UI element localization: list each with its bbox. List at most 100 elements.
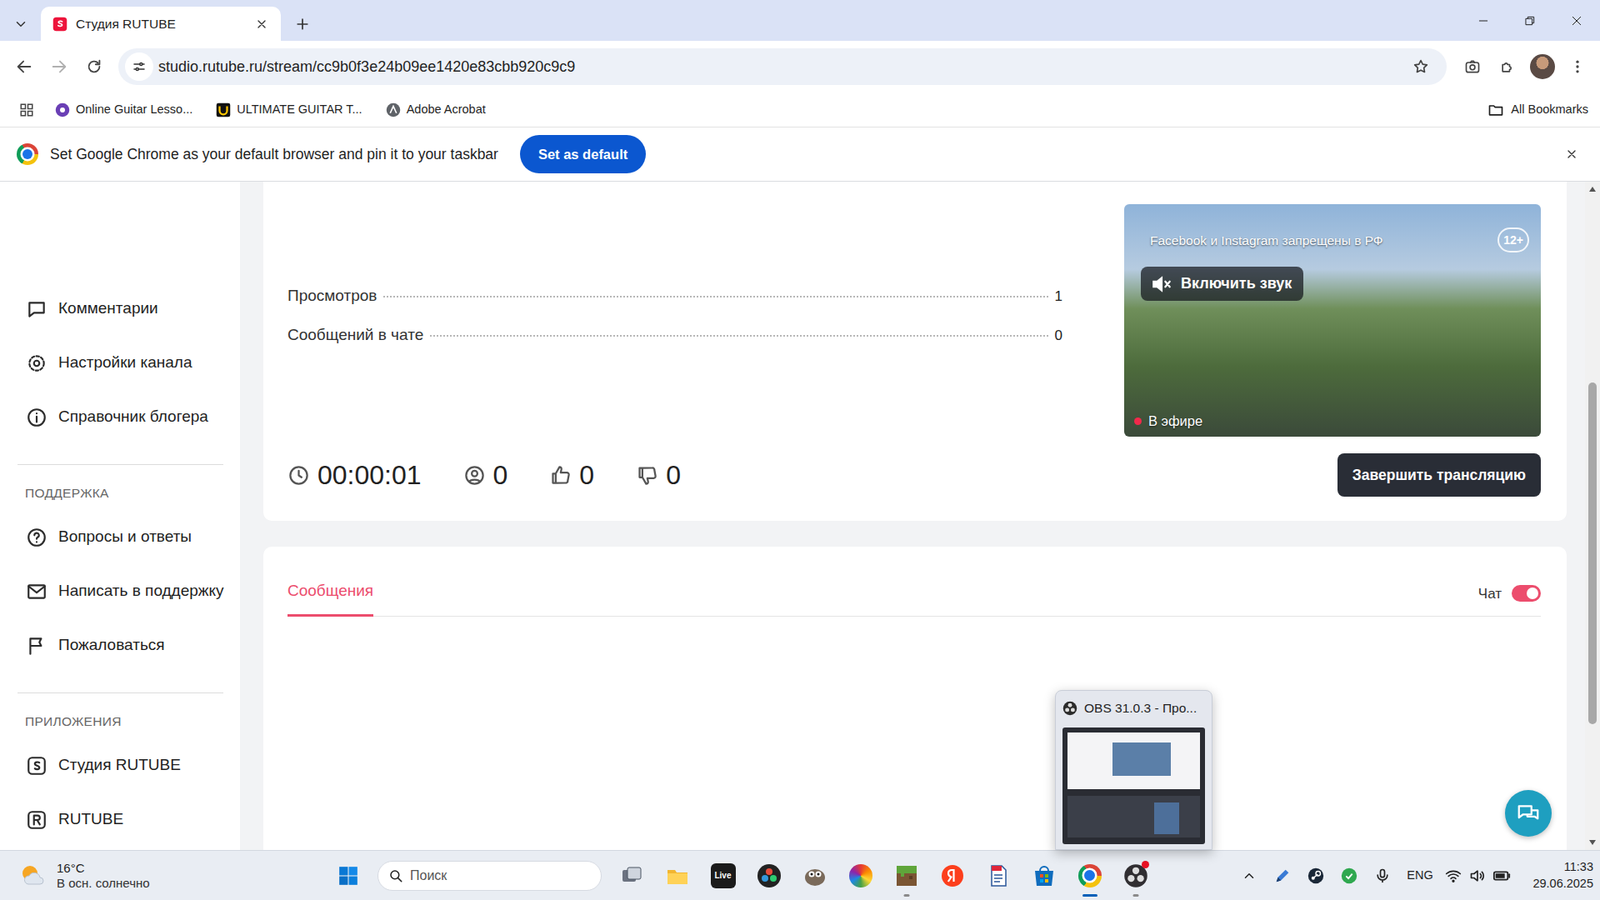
sidebar-heading: ПОДДЕРЖКА [0, 485, 240, 502]
sidebar-item[interactable]: Пожаловаться [0, 618, 240, 673]
taskbar-app[interactable] [837, 854, 884, 898]
close-infobar-icon[interactable] [1558, 140, 1585, 168]
set-default-button[interactable]: Set as default [520, 135, 646, 174]
taskbar-app[interactable] [745, 854, 792, 898]
steam-icon[interactable] [1299, 859, 1333, 893]
minimize-icon[interactable] [1460, 0, 1507, 41]
close-window-icon[interactable] [1553, 0, 1600, 41]
taskbar-app[interactable] [791, 854, 838, 898]
sidebar-heading: ПРИЛОЖЕНИЯ [0, 713, 240, 730]
chat-tab[interactable]: Сообщения [287, 579, 374, 618]
chat-switch[interactable] [1511, 585, 1541, 602]
microsoft-store-icon [1031, 863, 1057, 889]
scroll-up-icon[interactable] [1587, 185, 1598, 194]
sidebar-item[interactable]: Вопросы и ответы [0, 510, 240, 565]
bookmark-label[interactable]: ULTIMATE GUITAR T... [236, 100, 362, 120]
all-bookmarks[interactable]: All Bookmarks [1487, 100, 1589, 120]
sidebar-item[interactable]: Написать в поддержку [0, 564, 240, 619]
running-indicator [903, 894, 910, 897]
sidebar-item-label[interactable]: Вопросы и ответы [58, 525, 192, 550]
apps-grid-icon[interactable] [15, 98, 39, 122]
stat-label: Просмотров [287, 284, 377, 309]
support-chat-button[interactable] [1505, 790, 1552, 837]
bookmark-label[interactable]: Online Guitar Lesso... [75, 100, 193, 120]
sidebar-item-label[interactable]: Написать в поддержку [58, 579, 225, 604]
chrome-icon [1077, 863, 1103, 889]
vpn-icon[interactable] [1332, 859, 1366, 893]
taskbar-app[interactable] [1066, 854, 1113, 898]
scrollbar[interactable] [1585, 181, 1600, 850]
site-info-icon[interactable] [125, 52, 154, 81]
windows-start-icon[interactable] [330, 857, 367, 895]
search-input[interactable] [410, 865, 591, 886]
sidebar-item[interactable]: RUTUBE [0, 792, 240, 847]
taskbar-app[interactable] [608, 854, 655, 898]
taskbar-search[interactable] [377, 860, 602, 891]
sidebar-item[interactable]: Справочник блогера [0, 390, 240, 445]
chat-toggle-label: Чат [1478, 583, 1502, 605]
screenshot-icon[interactable] [1456, 50, 1489, 83]
taskbar: 16°C В осн. солнечно Live ENG 11:33 29.0… [0, 850, 1600, 900]
menu-icon[interactable] [1561, 50, 1594, 83]
wifi-icon[interactable] [1440, 859, 1465, 893]
obs-window-preview[interactable]: OBS 31.0.3 - Про... [1055, 690, 1213, 850]
unmute-label[interactable]: Включить звук [1180, 272, 1292, 295]
bookmark[interactable]: Online Guitar Lesso... [50, 98, 198, 122]
sidebar-item[interactable]: Настройки канала [0, 335, 240, 390]
url-text[interactable]: studio.rutube.ru/stream/cc9b0f3e24b09ee1… [158, 55, 1400, 79]
sidebar-item-label[interactable]: Настройки канала [58, 350, 192, 375]
chat-toggle[interactable]: Чат [1478, 583, 1541, 617]
sidebar-item-label[interactable]: RUTUBE [58, 807, 124, 832]
forward-icon[interactable] [43, 50, 75, 83]
scroll-thumb[interactable] [1588, 382, 1597, 725]
speaker-icon[interactable] [1465, 859, 1490, 893]
taskbar-app[interactable]: Live [700, 854, 746, 898]
live-badge: В эфире [1134, 410, 1203, 432]
taskbar-app[interactable] [929, 854, 975, 898]
taskbar-app[interactable] [654, 854, 700, 898]
sidebar-item-label[interactable]: Пожаловаться [58, 633, 165, 658]
preview-thumbnail[interactable] [1062, 727, 1205, 845]
bookmark[interactable]: Adobe Acrobat [380, 98, 491, 122]
show-hidden-icons-icon[interactable] [1232, 859, 1266, 893]
running-indicator [1132, 894, 1139, 897]
language-indicator[interactable]: ENG [1399, 866, 1441, 885]
microphone-icon[interactable] [1365, 859, 1400, 893]
all-bookmarks-label[interactable]: All Bookmarks [1510, 100, 1589, 120]
taskbar-app[interactable] [883, 854, 930, 898]
flag-icon [25, 635, 48, 657]
taskbar-app[interactable] [975, 854, 1021, 898]
tab-search-icon[interactable] [0, 6, 41, 41]
sidebar-item-label[interactable]: Справочник блогера [58, 405, 209, 430]
profile-avatar-icon[interactable] [1526, 50, 1559, 83]
taskbar-app[interactable] [1020, 854, 1067, 898]
sidebar-item-label[interactable]: Комментарии [58, 296, 159, 321]
bookmark[interactable]: ULTIMATE GUITAR T... [210, 98, 367, 122]
bookmark-star-icon[interactable] [1405, 50, 1437, 83]
stream-player[interactable]: Facebook и Instagram запрещены в РФ 12+ … [1124, 204, 1541, 437]
taskbar-app[interactable] [1112, 854, 1159, 898]
weather-widget[interactable]: 16°C В осн. солнечно [0, 860, 330, 890]
sidebar-item[interactable]: Студия RUTUBE [0, 738, 240, 793]
address-bar[interactable]: studio.rutube.ru/stream/cc9b0f3e24b09ee1… [118, 48, 1447, 85]
new-tab-icon[interactable] [285, 6, 320, 41]
pen-icon[interactable] [1265, 859, 1300, 893]
unmute-button[interactable]: Включить звук [1140, 266, 1304, 301]
back-icon[interactable] [8, 50, 40, 83]
clock[interactable]: 11:33 29.06.2025 [1521, 859, 1594, 892]
scroll-down-icon[interactable] [1587, 838, 1598, 847]
restore-icon[interactable] [1506, 0, 1554, 41]
extensions-icon[interactable] [1491, 50, 1524, 83]
tab-title[interactable]: Студия RUTUBE [75, 14, 245, 34]
battery-icon[interactable] [1489, 859, 1514, 893]
sidebar-item-label[interactable]: Студия RUTUBE [58, 753, 181, 778]
end-stream-button[interactable]: Завершить трансляцию [1337, 453, 1541, 497]
rutube-studio-favicon-icon [52, 16, 68, 32]
browser-tab[interactable]: Студия RUTUBE [40, 6, 281, 41]
default-browser-infobar: Set Google Chrome as your default browse… [0, 126, 1600, 182]
close-tab-icon[interactable] [252, 15, 271, 34]
reload-icon[interactable] [78, 50, 110, 83]
stat-value: 1 [1055, 285, 1063, 308]
sidebar-item[interactable]: Комментарии [0, 281, 240, 336]
bookmark-label[interactable]: Adobe Acrobat [406, 100, 486, 120]
